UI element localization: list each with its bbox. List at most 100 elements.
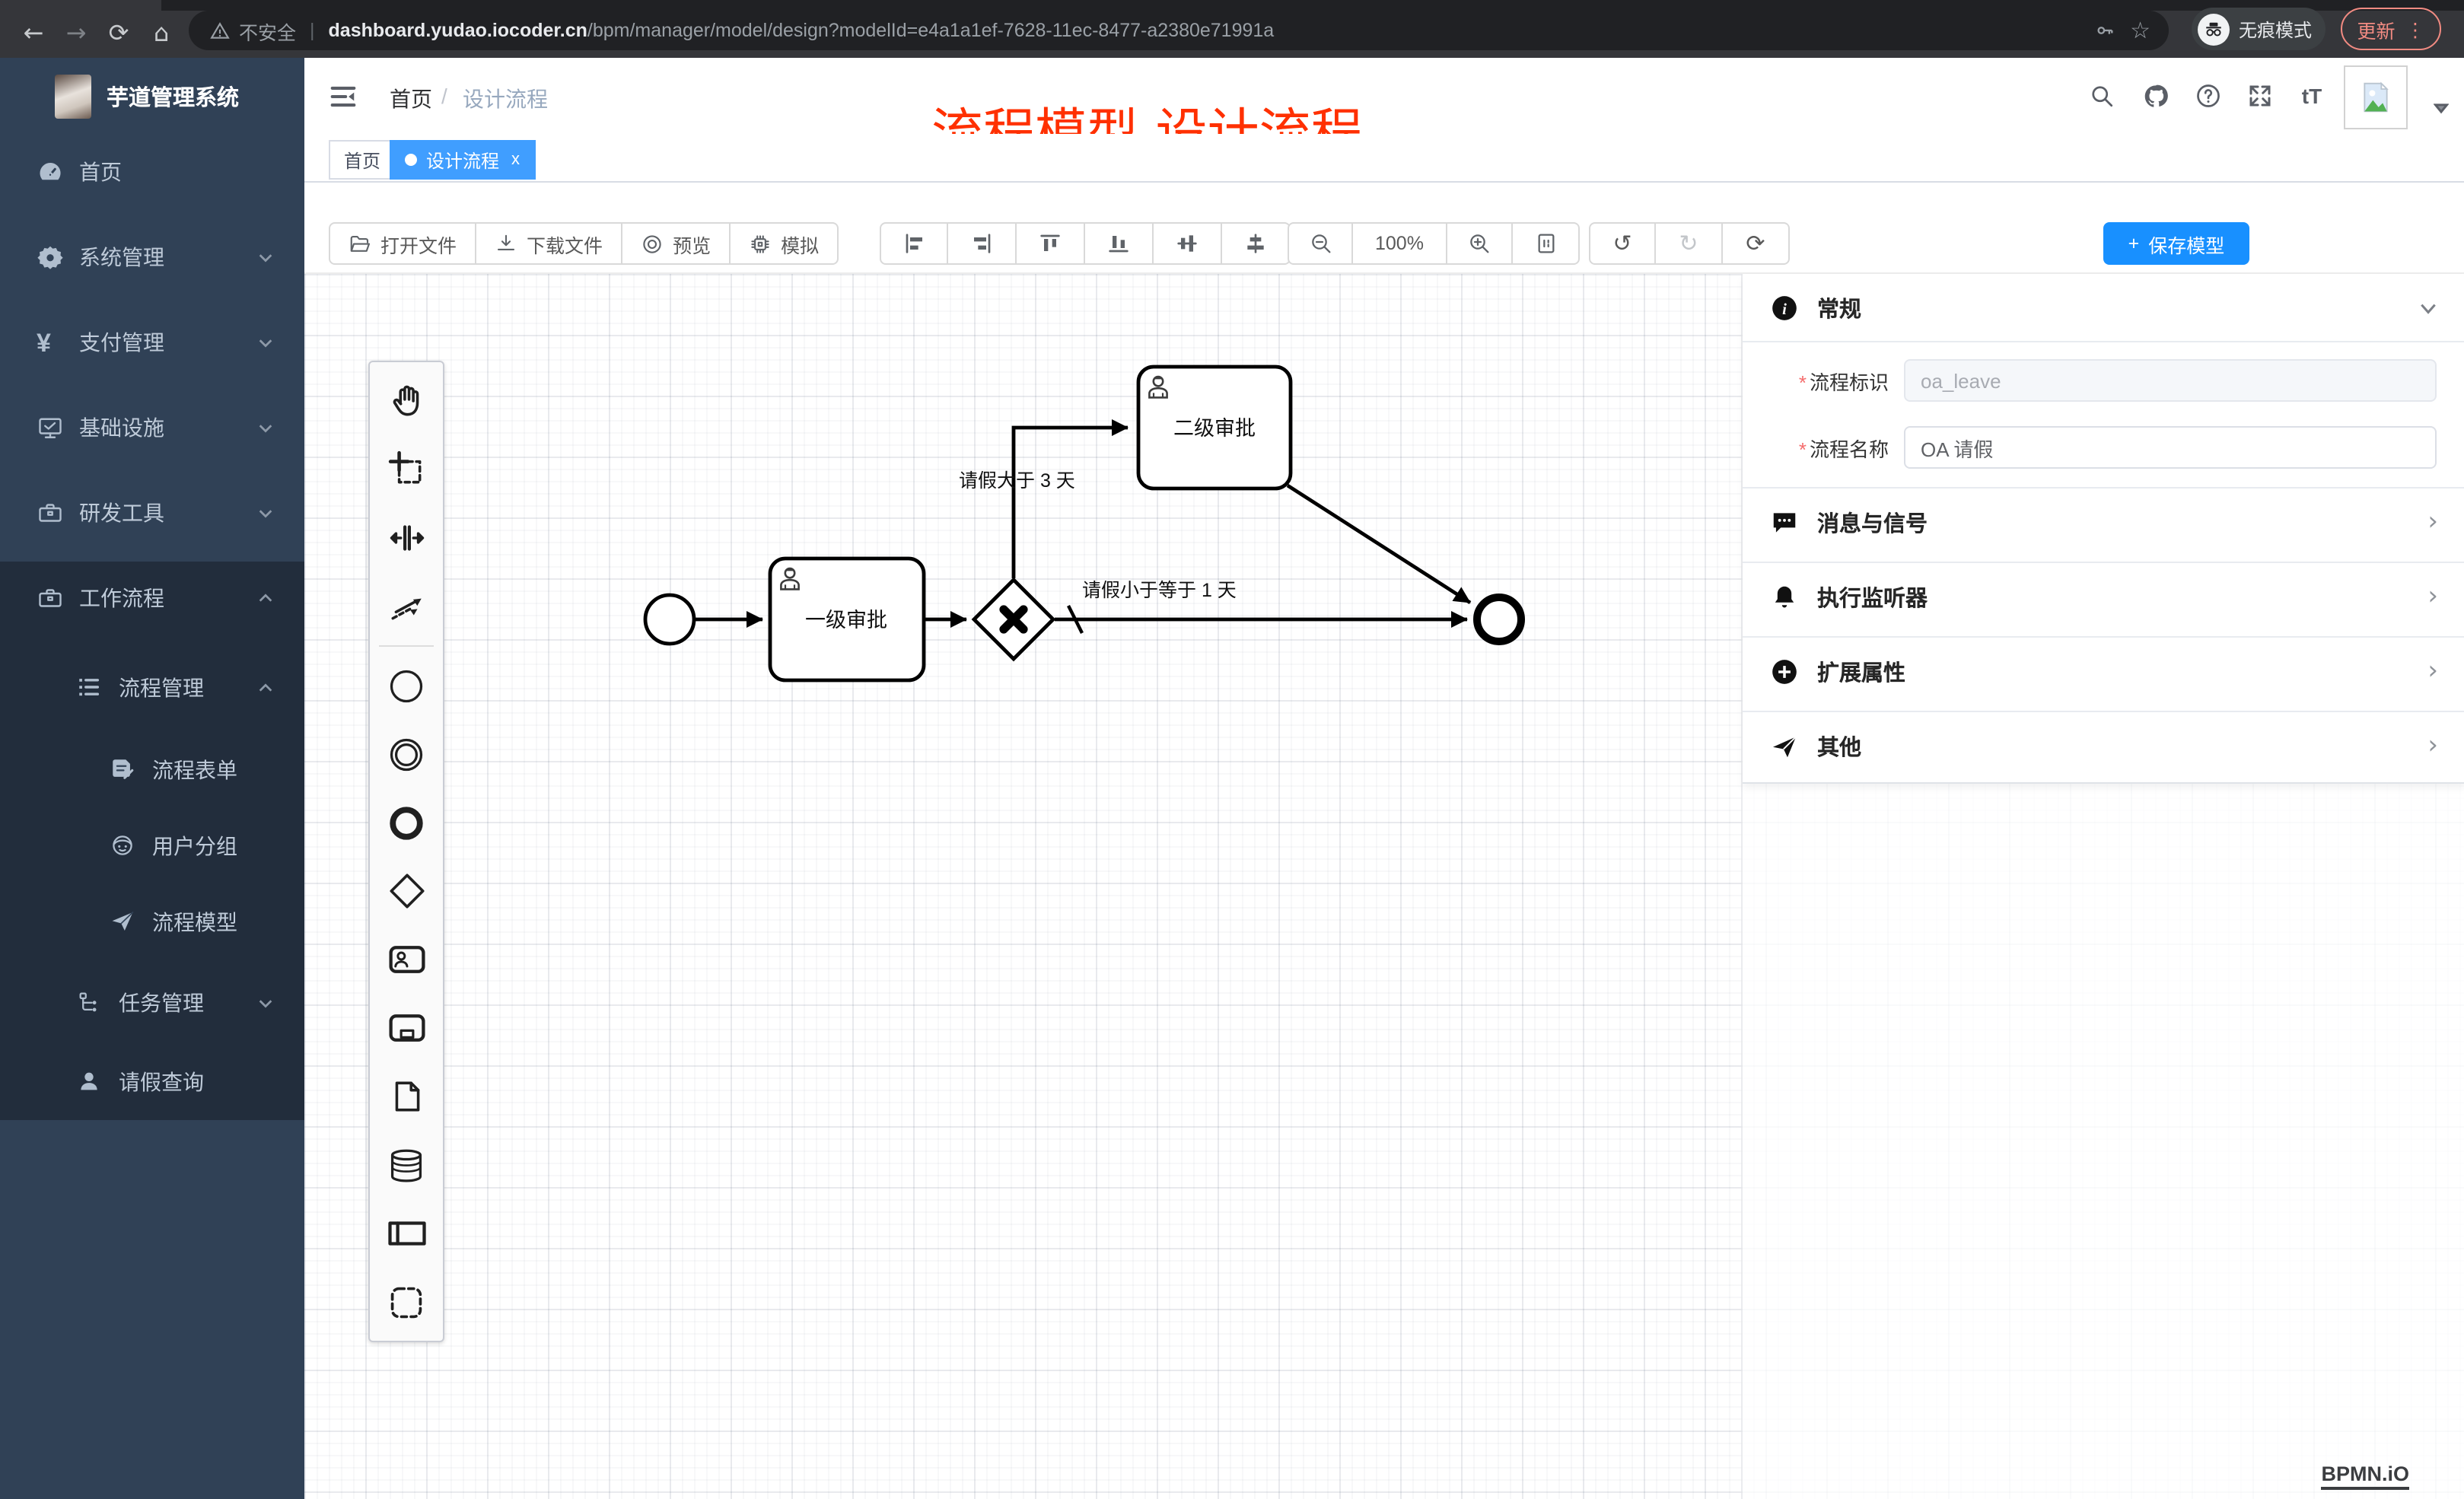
zoom-reset-icon[interactable] (1513, 222, 1580, 265)
designer-toolbar: 打开文件 下载文件 预览 模拟 (304, 183, 2464, 274)
process-key-input[interactable] (1904, 359, 2437, 402)
browser-forward-button[interactable]: → (58, 14, 94, 50)
space-tool[interactable] (370, 504, 443, 572)
open-file-button[interactable]: 打开文件 (329, 222, 476, 265)
github-icon[interactable] (2138, 79, 2172, 113)
create-data-store[interactable] (370, 1131, 443, 1199)
flow-task2-to-end[interactable] (1288, 485, 1470, 603)
redo-icon[interactable]: ↻ (1656, 222, 1723, 265)
sidebar-item-infrastructure[interactable]: 基础设施 (0, 391, 304, 464)
fullscreen-icon[interactable] (2243, 79, 2277, 113)
browser-reload-button[interactable]: ⟳ (100, 14, 137, 50)
user-avatar[interactable] (2344, 65, 2408, 129)
restart-icon[interactable]: ⟳ (1723, 222, 1790, 265)
edge-label-greater-3-days[interactable]: 请假大于 3 天 (959, 470, 1075, 492)
end-event[interactable] (1477, 597, 1521, 641)
global-connect-tool[interactable] (370, 572, 443, 641)
user-task-level1[interactable]: 一级审批 (770, 559, 924, 680)
close-tab-icon[interactable]: x (511, 151, 520, 169)
browser-update-button[interactable]: 更新 ⋮ (2341, 8, 2441, 50)
create-subprocess[interactable] (370, 994, 443, 1062)
zoom-in-icon[interactable] (1447, 222, 1513, 265)
not-secure-label[interactable]: 不安全 (239, 16, 296, 45)
sidebar-item-user-groups[interactable]: 用户分组 (0, 810, 304, 883)
create-end-event[interactable] (370, 788, 443, 857)
sidebar-item-workflow[interactable]: 工作流程 (0, 562, 304, 635)
section-extended-attributes[interactable]: 扩展属性 › (1743, 638, 2464, 705)
simulate-button[interactable]: 模拟 (731, 222, 839, 265)
message-icon (1770, 508, 1799, 536)
process-name-input[interactable] (1904, 426, 2437, 469)
toolbox-icon (37, 499, 64, 527)
save-model-button[interactable]: + 保存模型 (2103, 222, 2249, 265)
breadcrumb-separator: / (441, 84, 447, 108)
chevron-down-icon (257, 334, 274, 351)
section-execution-listener[interactable]: 执行监听器 › (1743, 563, 2464, 630)
chevron-down-icon (257, 995, 274, 1011)
bell-icon (1770, 582, 1799, 611)
browser-menu-icon[interactable]: ⋮ (2406, 18, 2425, 40)
align-right-icon[interactable] (948, 222, 1017, 265)
help-icon[interactable] (2192, 79, 2225, 113)
zoom-out-icon[interactable] (1288, 222, 1353, 265)
download-file-button[interactable]: 下载文件 (476, 222, 622, 265)
hand-tool[interactable] (370, 367, 443, 435)
search-icon[interactable] (2085, 79, 2119, 113)
exclusive-gateway[interactable] (974, 580, 1053, 659)
bpmn-io-watermark[interactable]: BPMN.iO (2321, 1462, 2409, 1490)
create-gateway[interactable] (370, 857, 443, 925)
align-left-icon[interactable] (880, 222, 948, 265)
bookmark-star-icon[interactable]: ☆ (2130, 17, 2150, 44)
required-asterisk: * (1799, 371, 1807, 393)
align-vertical-center-icon[interactable] (1154, 222, 1222, 265)
bpmn-canvas[interactable]: 一级审批 二级审批 (304, 274, 2464, 1499)
tag-design-process[interactable]: 设计流程 x (390, 140, 535, 180)
start-event[interactable] (645, 595, 694, 644)
create-intermediate-event[interactable] (370, 720, 443, 788)
user-task-level2[interactable]: 二级审批 (1138, 367, 1291, 489)
create-participant-pool[interactable] (370, 1199, 443, 1268)
document-edit-icon (110, 756, 137, 784)
sidebar-item-home[interactable]: 首页 (0, 135, 304, 208)
key-icon[interactable] (2093, 20, 2115, 41)
align-bottom-icon[interactable] (1085, 222, 1154, 265)
edge-label-lessequal-1-day[interactable]: 请假小于等于 1 天 (1082, 580, 1237, 601)
create-start-event[interactable] (370, 651, 443, 720)
align-top-icon[interactable] (1017, 222, 1085, 265)
lasso-tool[interactable] (370, 435, 443, 504)
sidebar-item-process-model[interactable]: 流程模型 (0, 886, 304, 959)
sidebar-item-payment[interactable]: ¥ 支付管理 (0, 306, 304, 379)
create-group[interactable] (370, 1268, 443, 1336)
sidebar-item-task-management[interactable]: 任务管理 (0, 966, 304, 1039)
address-bar[interactable]: 不安全 | dashboard.yudao.iocoder.cn/bpm/man… (189, 11, 2169, 50)
breadcrumb-home[interactable]: 首页 (390, 84, 432, 114)
sidebar-item-system[interactable]: 系统管理 (0, 221, 304, 294)
section-other[interactable]: 其他 › (1743, 712, 2464, 779)
font-size-icon[interactable]: tT (2295, 79, 2329, 113)
sidebar-collapse-icon[interactable] (326, 79, 359, 113)
sidebar-item-leave-query[interactable]: 请假查询 (0, 1045, 304, 1119)
flow-gateway-to-task2[interactable] (1014, 428, 1128, 578)
face-icon (110, 832, 137, 860)
sidebar-item-process-form[interactable]: 流程表单 (0, 734, 304, 807)
app-logo[interactable]: 芋道管理系统 (0, 58, 304, 134)
caret-down-icon[interactable] (2424, 91, 2458, 125)
browser-back-button[interactable]: ← (15, 14, 52, 50)
flow-tree-icon (76, 989, 103, 1017)
browser-home-button[interactable]: ⌂ (143, 14, 180, 50)
sidebar-item-process-management[interactable]: 流程管理 (0, 651, 304, 724)
sidebar-item-dev-tools[interactable]: 研发工具 (0, 476, 304, 549)
incognito-label: 无痕模式 (2239, 16, 2312, 42)
section-message-signal[interactable]: 消息与信号 › (1743, 489, 2464, 555)
create-user-task[interactable] (370, 925, 443, 994)
chevron-right-icon: › (2427, 730, 2438, 761)
preview-button[interactable]: 预览 (622, 222, 731, 265)
tag-home[interactable]: 首页 (329, 140, 396, 180)
info-icon: i (1770, 293, 1799, 322)
url-path: /bpm/manager/model/design?modelId=e4a1a1… (587, 20, 1274, 41)
align-horizontal-center-icon[interactable] (1222, 222, 1291, 265)
undo-icon[interactable]: ↺ (1589, 222, 1656, 265)
create-data-object[interactable] (370, 1062, 443, 1131)
field-process-key: *流程标识 (1743, 359, 2464, 402)
section-general[interactable]: i 常规 (1743, 274, 2464, 341)
